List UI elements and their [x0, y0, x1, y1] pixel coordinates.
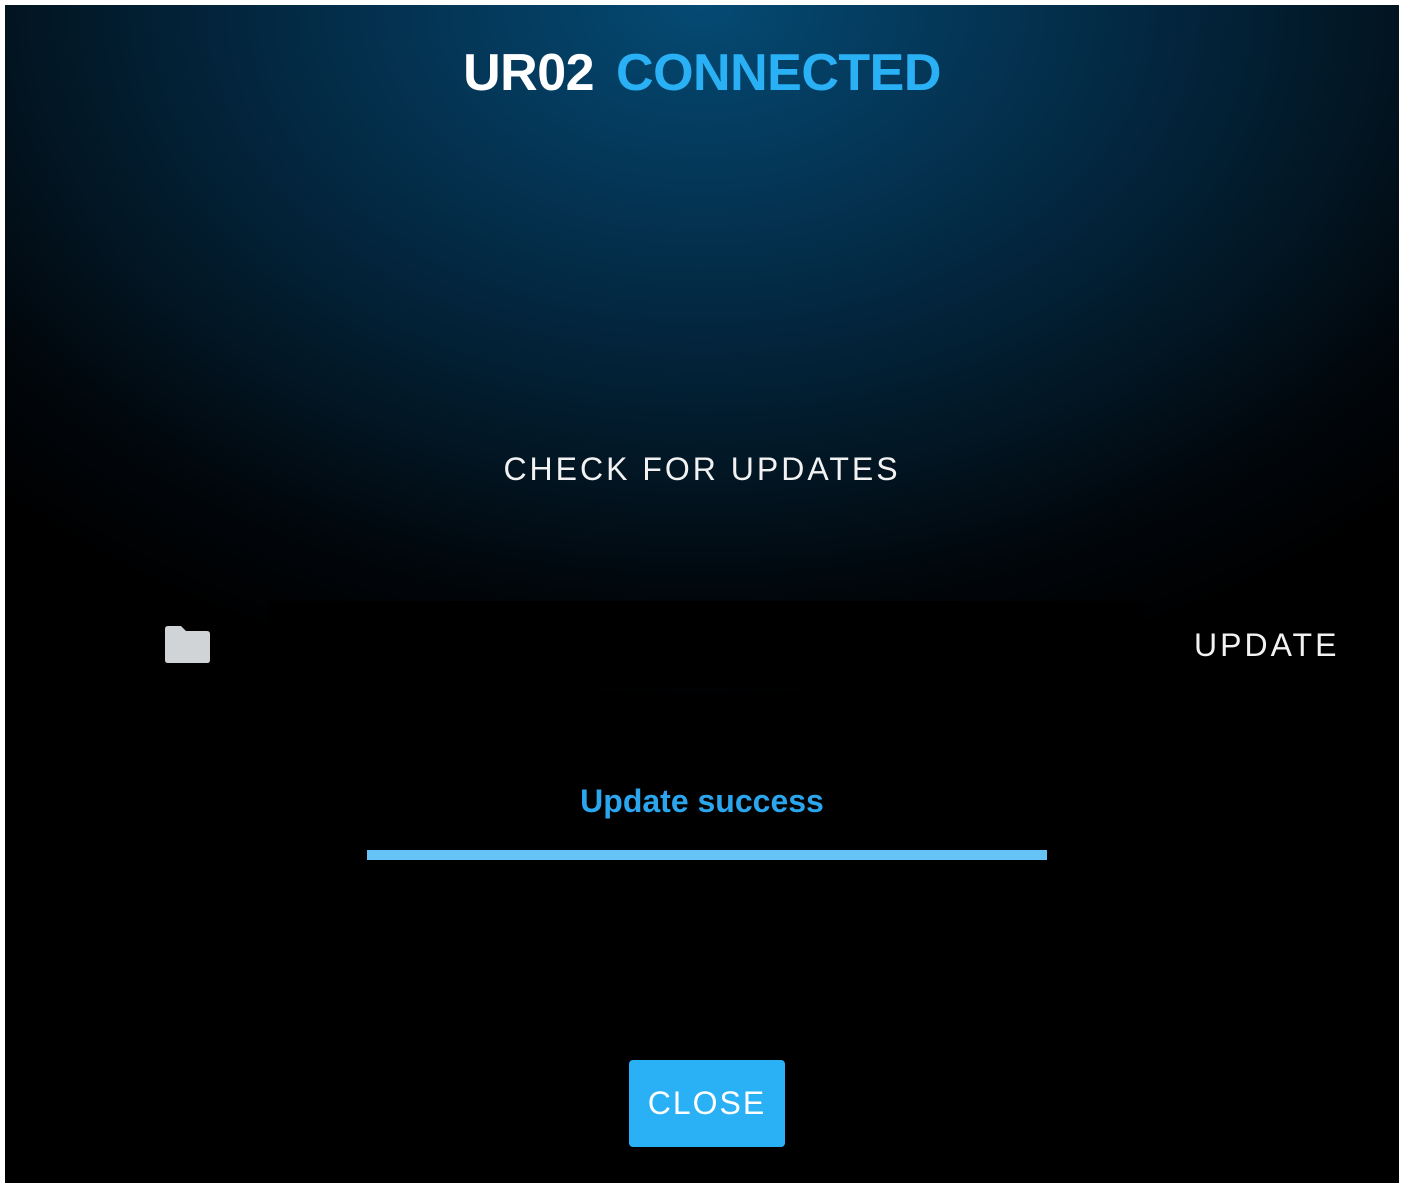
update-button[interactable]: UPDATE: [1194, 627, 1339, 664]
update-status-message: Update success: [580, 783, 824, 819]
connection-status: CONNECTED: [616, 44, 941, 102]
progress-fill: [367, 850, 1047, 860]
check-for-updates-button[interactable]: CHECK FOR UPDATES: [5, 451, 1399, 488]
update-screen: UR02 CONNECTED CHECK FOR UPDATES UPDATE U…: [5, 5, 1399, 1183]
folder-icon[interactable]: [162, 623, 212, 665]
firmware-file-field[interactable]: [268, 601, 1143, 687]
device-name: UR02: [463, 44, 595, 102]
close-button[interactable]: CLOSE: [629, 1060, 785, 1147]
update-progress-bar: [367, 850, 1047, 860]
page-title: UR02 CONNECTED: [5, 43, 1399, 103]
